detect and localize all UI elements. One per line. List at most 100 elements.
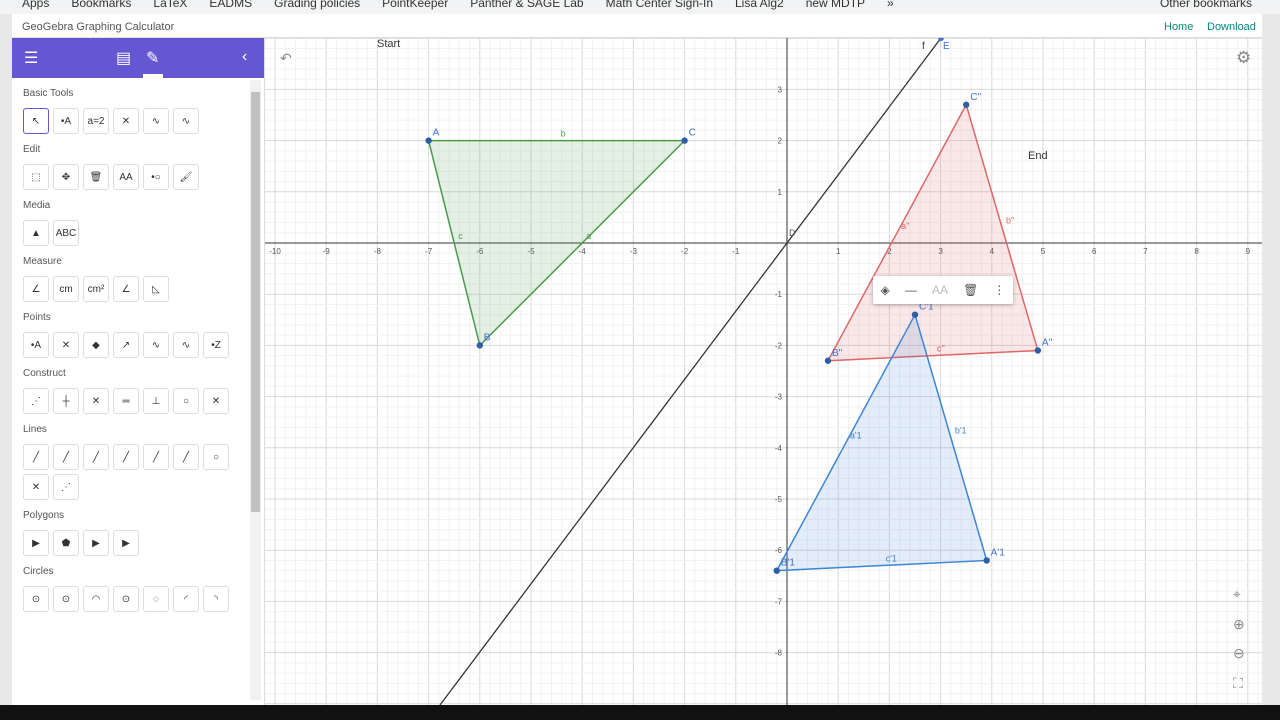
bookmark-item[interactable]: Grading policies [274,0,360,10]
y-tick-label: -1 [775,290,783,299]
tool-button[interactable]: ◆ [83,332,109,358]
triangle-vertex [476,342,483,349]
tool-button[interactable]: ✕ [53,332,79,358]
tool-button[interactable]: ◌ [143,586,169,612]
tool-button[interactable]: ╱ [173,444,199,470]
style-bar-popup: ◈ — AA 🗑 ⋮ [873,276,1013,304]
side-label: c'' [937,344,945,354]
collapse-icon[interactable]: ‹ [242,48,247,66]
algebra-view-icon[interactable]: ▤ [116,48,131,68]
home-view-icon[interactable]: ⌖ [1233,586,1241,603]
menu-icon[interactable]: ☰ [24,48,38,68]
zoom-out-icon[interactable]: ⊖ [1233,645,1245,662]
tool-button[interactable]: ✥ [53,164,79,190]
tool-button[interactable]: ⋰ [23,388,49,414]
undo-icon[interactable]: ↶ [280,50,292,67]
zoom-in-icon[interactable]: ⊕ [1233,616,1245,633]
tool-button[interactable]: ⋰ [53,474,79,500]
tool-button[interactable]: ═ [113,388,139,414]
tool-button[interactable]: ⊙ [53,586,79,612]
tools-view-icon[interactable]: ✎ [146,48,159,68]
tool-button[interactable]: ∠ [113,276,139,302]
point-e-label: E [943,41,950,52]
tool-button[interactable]: ABC [53,220,79,246]
tool-button[interactable]: ∠ [23,276,49,302]
sidebar-scrollbar[interactable] [250,80,261,700]
tool-button[interactable]: ╱ [53,444,79,470]
tool-button[interactable]: ✕ [203,388,229,414]
home-link[interactable]: Home [1164,21,1193,33]
bookmark-item[interactable]: Bookmarks [71,0,131,10]
bookmark-item[interactable]: Math Center Sign-In [606,0,713,10]
y-tick-label: -6 [775,546,783,555]
tool-button[interactable]: ⬟ [53,530,79,556]
tool-button[interactable]: ╱ [143,444,169,470]
tool-row: ▲ ABC [23,220,243,246]
tool-button[interactable]: ⊙ [23,586,49,612]
tool-button[interactable]: ┼ [53,388,79,414]
tool-button[interactable]: ✕ [113,108,139,134]
tool-button[interactable]: ⬚ [23,164,49,190]
tool-button[interactable]: •A [53,108,79,134]
tool-button[interactable]: ◜ [173,586,199,612]
download-link[interactable]: Download [1207,21,1256,33]
graphics-view[interactable]: -10 -9 -8 -7 -6 -5 -4 -3 -2 -1 1 2 3 4 5 6 7 8 9 3 2 1 -1 -2 -3-… [265,38,1262,705]
tool-button[interactable]: ◺ [143,276,169,302]
bookmark-item[interactable]: new MDTP [806,0,865,10]
tool-button[interactable]: 🗑 [83,164,109,190]
bookmark-item[interactable]: Apps [22,0,49,10]
tool-button[interactable]: ○ [173,388,199,414]
tool-button[interactable]: cm [53,276,79,302]
bookmark-item[interactable]: LaTeX [153,0,187,10]
bookmarks-bar: Apps Bookmarks LaTeX EADMS Grading policies P… [0,0,1280,14]
bookmark-item[interactable]: Panther & SAGE Lab [470,0,583,10]
tool-button[interactable]: ✕ [23,474,49,500]
tool-button[interactable]: ▶ [83,530,109,556]
bookmark-item[interactable]: PointKeeper [382,0,448,10]
tool-button[interactable]: ∿ [173,108,199,134]
tool-button[interactable]: •A [23,332,49,358]
tool-button[interactable]: ⊙ [113,586,139,612]
tool-button[interactable]: ◝ [203,586,229,612]
tool-button[interactable]: ↗ [113,332,139,358]
tool-button[interactable]: a=2 [83,108,109,134]
tool-button[interactable]: ▶ [113,530,139,556]
triangle-vertex [1034,347,1042,354]
tool-button[interactable]: ◠ [83,586,109,612]
settings-icon[interactable]: ⚙ [1236,48,1251,68]
triangle-vertex [824,357,832,364]
tool-row: ∠ cm cm² ∠ ◺ [23,276,243,302]
tool-button[interactable]: ∿ [173,332,199,358]
tool-button[interactable]: ✕ [83,388,109,414]
y-tick-label: -5 [775,495,783,504]
tool-button[interactable]: ○ [203,444,229,470]
line-style-icon[interactable]: — [905,283,917,297]
tool-button[interactable]: ∿ [143,108,169,134]
bookmark-item[interactable]: EADMS [209,0,252,10]
tool-button[interactable]: ▲ [23,220,49,246]
tool-button[interactable]: 🖌 [173,164,199,190]
tool-button[interactable]: ↖ [23,108,49,134]
vertex-label: A'1 [991,547,1006,558]
tool-button[interactable]: ╱ [83,444,109,470]
text-style-icon[interactable]: AA [932,283,948,297]
tool-button[interactable]: AA [113,164,139,190]
fill-color-icon[interactable]: ◈ [881,283,890,297]
tool-button[interactable]: ⊥ [143,388,169,414]
x-tick-label: 7 [1143,247,1148,256]
delete-icon[interactable]: 🗑 [963,283,978,297]
tool-button[interactable]: •○ [143,164,169,190]
tool-button[interactable]: ╱ [23,444,49,470]
more-icon[interactable]: ⋮ [993,283,1005,297]
fullscreen-icon[interactable]: ⛶ [1233,675,1243,692]
tool-button[interactable]: cm² [83,276,109,302]
line-f-label: f [922,41,925,52]
tool-button[interactable]: •Z [203,332,229,358]
bookmark-item[interactable]: » [887,0,894,10]
tool-button[interactable]: ∿ [143,332,169,358]
tool-section-title: Edit [23,144,41,155]
bookmark-item[interactable]: Other bookmarks [1160,0,1252,10]
tool-button[interactable]: ╱ [113,444,139,470]
tool-button[interactable]: ▶ [23,530,49,556]
bookmark-item[interactable]: Lisa Alg2 [735,0,784,10]
